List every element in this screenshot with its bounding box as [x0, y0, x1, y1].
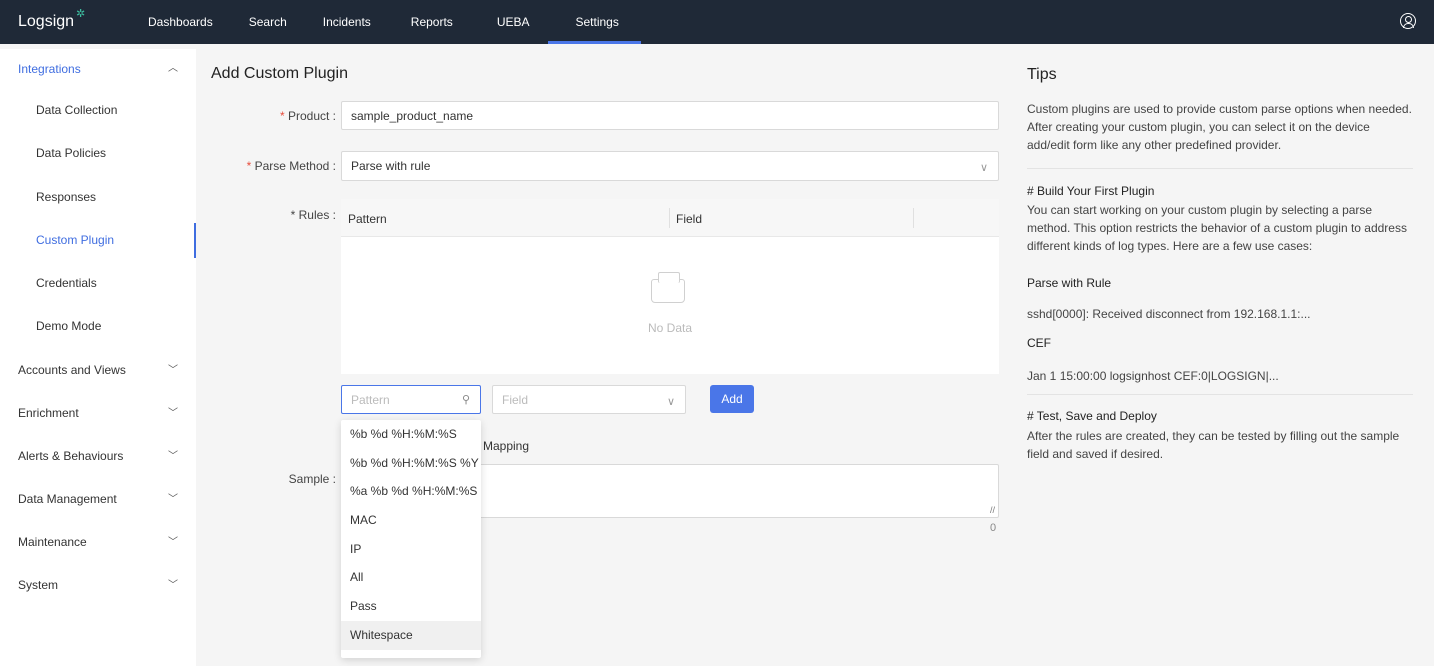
- sidebar-item-custom-plugin[interactable]: Custom Plugin: [0, 219, 196, 262]
- parse-method-select[interactable]: Parse with rule ∨: [341, 151, 999, 181]
- tips-test-text: After the rules are created, they can be…: [1027, 429, 1400, 461]
- sample-textarea[interactable]: //: [473, 464, 999, 518]
- dropdown-option[interactable]: All: [341, 563, 481, 592]
- chevron-up-icon: ︿: [168, 63, 178, 74]
- tips-cef-example: Jan 1 15:00:00 logsignhost CEF:0|LOGSIGN…: [1027, 369, 1279, 383]
- dropdown-option[interactable]: MAC: [341, 506, 481, 535]
- sidebar-group-label: Enrichment: [18, 405, 79, 420]
- sidebar-item-demo-mode[interactable]: Demo Mode: [0, 305, 196, 348]
- logo-text: Logsign: [18, 13, 75, 30]
- sidebar-item-credentials[interactable]: Credentials: [0, 262, 196, 305]
- chevron-down-icon: ∨: [979, 162, 988, 174]
- parse-method-label: * Parse Method :: [246, 159, 336, 173]
- sidebar-item-data-collection[interactable]: Data Collection: [0, 89, 196, 132]
- tips-title: Tips: [1027, 66, 1057, 83]
- tips-rule-heading: Parse with Rule: [1027, 276, 1112, 290]
- product-input[interactable]: sample_product_name: [341, 101, 999, 130]
- column-field: Field: [676, 212, 703, 226]
- add-rule-button[interactable]: Add: [710, 385, 754, 413]
- tips-test-heading: # Test, Save and Deploy: [1027, 409, 1157, 423]
- top-nav: Logsign ✲ Dashboards Search Incidents Rep…: [0, 0, 1434, 44]
- mapping-text: Mapping: [483, 439, 530, 453]
- column-divider: [669, 208, 670, 228]
- nav-ueba[interactable]: UEBA: [471, 0, 548, 44]
- empty-inbox-icon: [651, 272, 685, 303]
- sidebar: Integrations ︿ Data Collection Data Poli…: [0, 49, 196, 666]
- sample-label: Sample :: [288, 472, 336, 486]
- sidebar-group-system[interactable]: System ﹀: [0, 564, 196, 607]
- column-divider: [913, 208, 914, 228]
- nav-dashboards[interactable]: Dashboards: [130, 0, 231, 44]
- tips-build-text: You can start working on your custom plu…: [1027, 203, 1407, 253]
- product-value: sample_product_name: [351, 108, 474, 123]
- sidebar-group-data-management[interactable]: Data Management ﹀: [0, 478, 196, 521]
- divider: [1027, 394, 1413, 395]
- sidebar-group-label: Integrations: [18, 62, 81, 76]
- rules-table: Pattern Field No Data: [341, 199, 999, 374]
- chevron-down-icon: ﹀: [168, 579, 178, 591]
- sidebar-group-maintenance[interactable]: Maintenance ﹀: [0, 521, 196, 564]
- parse-method-label-text: Parse Method: [254, 159, 330, 173]
- dropdown-option[interactable]: %b %d %H:%M:%S: [341, 420, 481, 449]
- field-placeholder: Field: [502, 392, 529, 407]
- chevron-down-icon: ∨: [666, 396, 675, 408]
- nav-reports[interactable]: Reports: [389, 0, 471, 44]
- tips-intro: Custom plugins are used to provide custo…: [1027, 102, 1412, 152]
- pattern-placeholder: Pattern: [351, 392, 390, 407]
- nav-incidents[interactable]: Incidents: [305, 0, 389, 44]
- sidebar-group-label: System: [18, 577, 59, 592]
- sidebar-item-data-policies[interactable]: Data Policies: [0, 132, 196, 175]
- search-icon: ⚲: [461, 394, 470, 406]
- dropdown-option[interactable]: %a %b %d %H:%M:%S: [341, 477, 481, 506]
- sidebar-item-responses[interactable]: Responses: [0, 176, 196, 219]
- rules-table-header: Pattern Field: [341, 199, 999, 237]
- user-icon[interactable]: [1400, 13, 1416, 29]
- nav-settings[interactable]: Settings: [547, 0, 642, 44]
- pattern-input[interactable]: Pattern ⚲: [341, 385, 481, 414]
- chevron-down-icon: ﹀: [168, 407, 178, 419]
- field-select[interactable]: Field ∨: [492, 385, 686, 414]
- sidebar-group-accounts[interactable]: Accounts and Views ﹀: [0, 349, 196, 392]
- dropdown-option[interactable]: Whitespace: [341, 620, 481, 650]
- dropdown-option[interactable]: %b %d %H:%M:%S %Y: [341, 449, 481, 478]
- divider: [1027, 168, 1413, 169]
- dropdown-option[interactable]: IP: [341, 535, 481, 564]
- sidebar-group-label: Data Management: [18, 491, 117, 506]
- product-label-text: Product: [287, 109, 330, 123]
- tips-build-heading: # Build Your First Plugin: [1027, 184, 1155, 198]
- nav-search[interactable]: Search: [231, 0, 305, 44]
- column-pattern: Pattern: [348, 212, 387, 226]
- tips-rule-example: sshd[0000]: Received disconnect from 192…: [1027, 307, 1311, 321]
- product-label: * Product :: [279, 109, 336, 123]
- logo-mark-icon: ✲: [76, 8, 86, 20]
- sample-label-text: Sample: [288, 472, 330, 486]
- char-counter: 0: [990, 522, 997, 534]
- no-data-text: No Data: [647, 321, 693, 335]
- page-title: Add Custom Plugin: [211, 65, 348, 82]
- sidebar-group-label: Alerts & Behaviours: [18, 448, 124, 463]
- sidebar-group-alerts[interactable]: Alerts & Behaviours ﹀: [0, 435, 196, 478]
- rules-label: * Rules :: [290, 208, 336, 222]
- sidebar-group-label: Maintenance: [18, 534, 87, 549]
- logo[interactable]: Logsign ✲: [0, 8, 130, 31]
- dropdown-option[interactable]: Pass: [341, 592, 481, 621]
- tips-cef-heading: CEF: [1027, 336, 1051, 350]
- sidebar-group-integrations[interactable]: Integrations ︿: [0, 49, 196, 89]
- chevron-down-icon: ﹀: [168, 493, 178, 505]
- chevron-down-icon: ﹀: [168, 450, 178, 462]
- sidebar-group-label: Accounts and Views: [18, 362, 126, 377]
- rules-label-text: * Rules: [290, 208, 330, 222]
- chevron-down-icon: ﹀: [168, 364, 178, 376]
- parse-method-value: Parse with rule: [351, 159, 431, 173]
- chevron-down-icon: ﹀: [168, 536, 178, 548]
- resize-handle-icon[interactable]: //: [990, 505, 995, 515]
- sidebar-group-enrichment[interactable]: Enrichment ﹀: [0, 392, 196, 435]
- pattern-dropdown: %b %d %H:%M:%S %b %d %H:%M:%S %Y %a %b %…: [341, 420, 481, 658]
